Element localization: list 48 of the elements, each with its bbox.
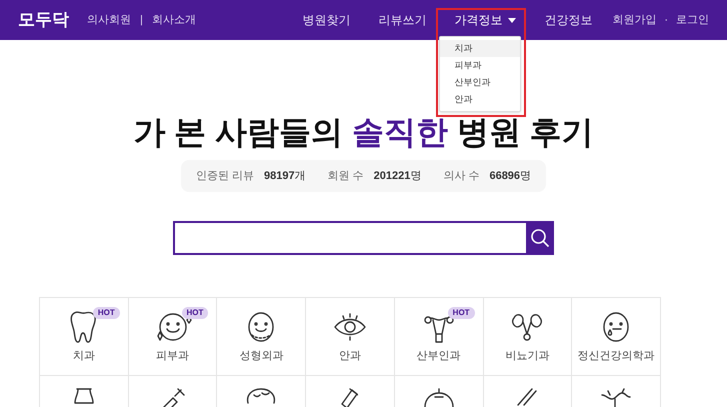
category-tile[interactable]: 성형외과 (217, 298, 306, 376)
stat-value: 66896명 (489, 168, 532, 184)
stat-label: 회원 수 (328, 168, 364, 184)
header-link[interactable]: 회사소개 (152, 12, 196, 28)
dropdown-item[interactable]: 산부인과 (440, 74, 520, 91)
search-field[interactable] (173, 221, 526, 255)
nav-link[interactable]: 리뷰쓰기 (364, 0, 440, 40)
brain-icon (246, 388, 276, 404)
branch-icon (601, 388, 632, 407)
nav-link[interactable]: 가격정보 (440, 0, 530, 40)
category-tile[interactable]: HOT 산부인과 (394, 298, 484, 376)
hot-badge: HOT (92, 307, 120, 319)
nav-link[interactable]: 병원찾기 (288, 0, 364, 40)
stat-label: 의사 수 (443, 168, 480, 184)
header-link[interactable]: 로그인 (676, 12, 709, 28)
test-tube-icon (341, 388, 358, 407)
hot-badge: HOT (448, 307, 475, 319)
category-tile[interactable]: HOT 치과 (40, 298, 129, 376)
needle-icon (517, 388, 538, 406)
search-button[interactable] (526, 221, 554, 255)
separator-text: · (664, 12, 668, 28)
nav-link[interactable]: 건강정보 (530, 0, 606, 40)
category-tile[interactable]: HOT 피부과 (128, 298, 218, 376)
dome-icon (424, 388, 454, 407)
stat-value: 201221명 (374, 168, 422, 184)
header-link[interactable]: 회원가입 (612, 12, 656, 28)
header-link[interactable]: 의사회원 (87, 12, 131, 28)
hot-badge: HOT (182, 307, 208, 319)
category-label: 안과 (338, 349, 361, 364)
stat-label: 인증된 리뷰 (196, 168, 254, 184)
dropdown-item[interactable]: 안과 (440, 91, 520, 108)
dropdown-item[interactable]: 치과 (440, 40, 520, 57)
category-label: 비뇨기과 (505, 349, 550, 364)
category-tile[interactable]: 안과 (306, 298, 395, 376)
stat-value: 98197개 (264, 168, 306, 184)
separator-text: | (140, 12, 143, 28)
category-label: 성형외과 (239, 349, 284, 364)
dropdown-item[interactable]: 피부과 (440, 57, 520, 74)
category-label: 피부과 (156, 349, 190, 364)
logo[interactable]: 모두닥 (18, 7, 69, 33)
category-label: 치과 (72, 349, 95, 364)
search-icon (530, 228, 550, 248)
category-label: 산부인과 (416, 349, 461, 364)
category-label: 정신건강의학과 (578, 349, 655, 364)
category-tile[interactable]: 정신건강의학과 (572, 298, 661, 376)
torso-icon (74, 388, 94, 404)
category-tile[interactable]: 비뇨기과 (484, 298, 572, 376)
headline: 가 본 사람들의 솔직한 병원 후기 (132, 113, 595, 152)
